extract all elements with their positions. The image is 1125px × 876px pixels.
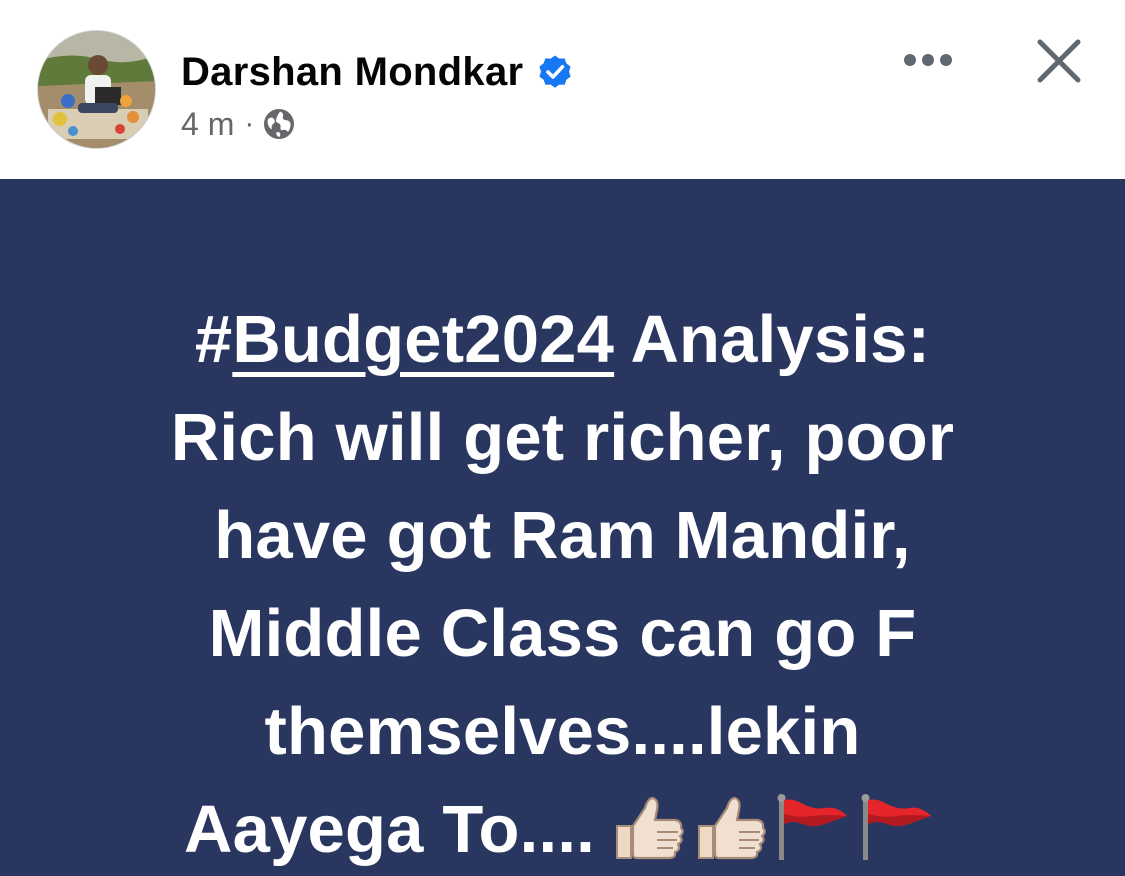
post-meta: 4 m · <box>181 102 296 146</box>
more-options-icon <box>904 54 952 66</box>
post-line-3: have got Ram Mandir, <box>214 498 911 573</box>
post-header: Darshan Mondkar 4 m · <box>0 0 1125 179</box>
post-line-1-rest: Analysis: <box>614 302 931 377</box>
emoji-group <box>609 791 941 876</box>
post-line-4: Middle Class can go F <box>208 596 917 671</box>
author-name[interactable]: Darshan Mondkar <box>181 52 523 92</box>
thumbs-up-icon <box>615 796 684 860</box>
post-content-card: #Budget2024 Analysis: Rich will get rich… <box>0 179 1125 876</box>
close-icon <box>1037 39 1081 83</box>
red-flag-icon <box>861 794 931 860</box>
post-line-6-text: Aayega To.... <box>184 792 595 867</box>
hash-symbol: # <box>194 302 233 377</box>
avatar-photo <box>38 31 155 148</box>
post-text: #Budget2024 Analysis: Rich will get rich… <box>40 291 1085 876</box>
hashtag-link[interactable]: Budget2024 <box>232 302 614 377</box>
post-time[interactable]: 4 m <box>181 106 234 143</box>
facebook-post: Darshan Mondkar 4 m · #Budget2024 Analys… <box>0 0 1125 876</box>
post-line-6: Aayega To.... <box>40 781 1085 876</box>
author-line: Darshan Mondkar <box>181 47 573 97</box>
close-button[interactable] <box>1030 32 1088 90</box>
red-flag-icon <box>777 794 847 860</box>
globe-icon[interactable] <box>262 107 296 141</box>
post-line-2: Rich will get richer, poor <box>170 400 955 475</box>
avatar[interactable] <box>37 30 156 149</box>
thumbs-up-icon <box>697 796 766 860</box>
verified-badge-icon <box>537 54 573 90</box>
post-line-1: #Budget2024 Analysis: <box>40 291 1085 389</box>
more-options-button[interactable] <box>896 38 960 82</box>
meta-separator: · <box>244 107 255 140</box>
post-line-5: themselves....lekin <box>264 694 861 769</box>
